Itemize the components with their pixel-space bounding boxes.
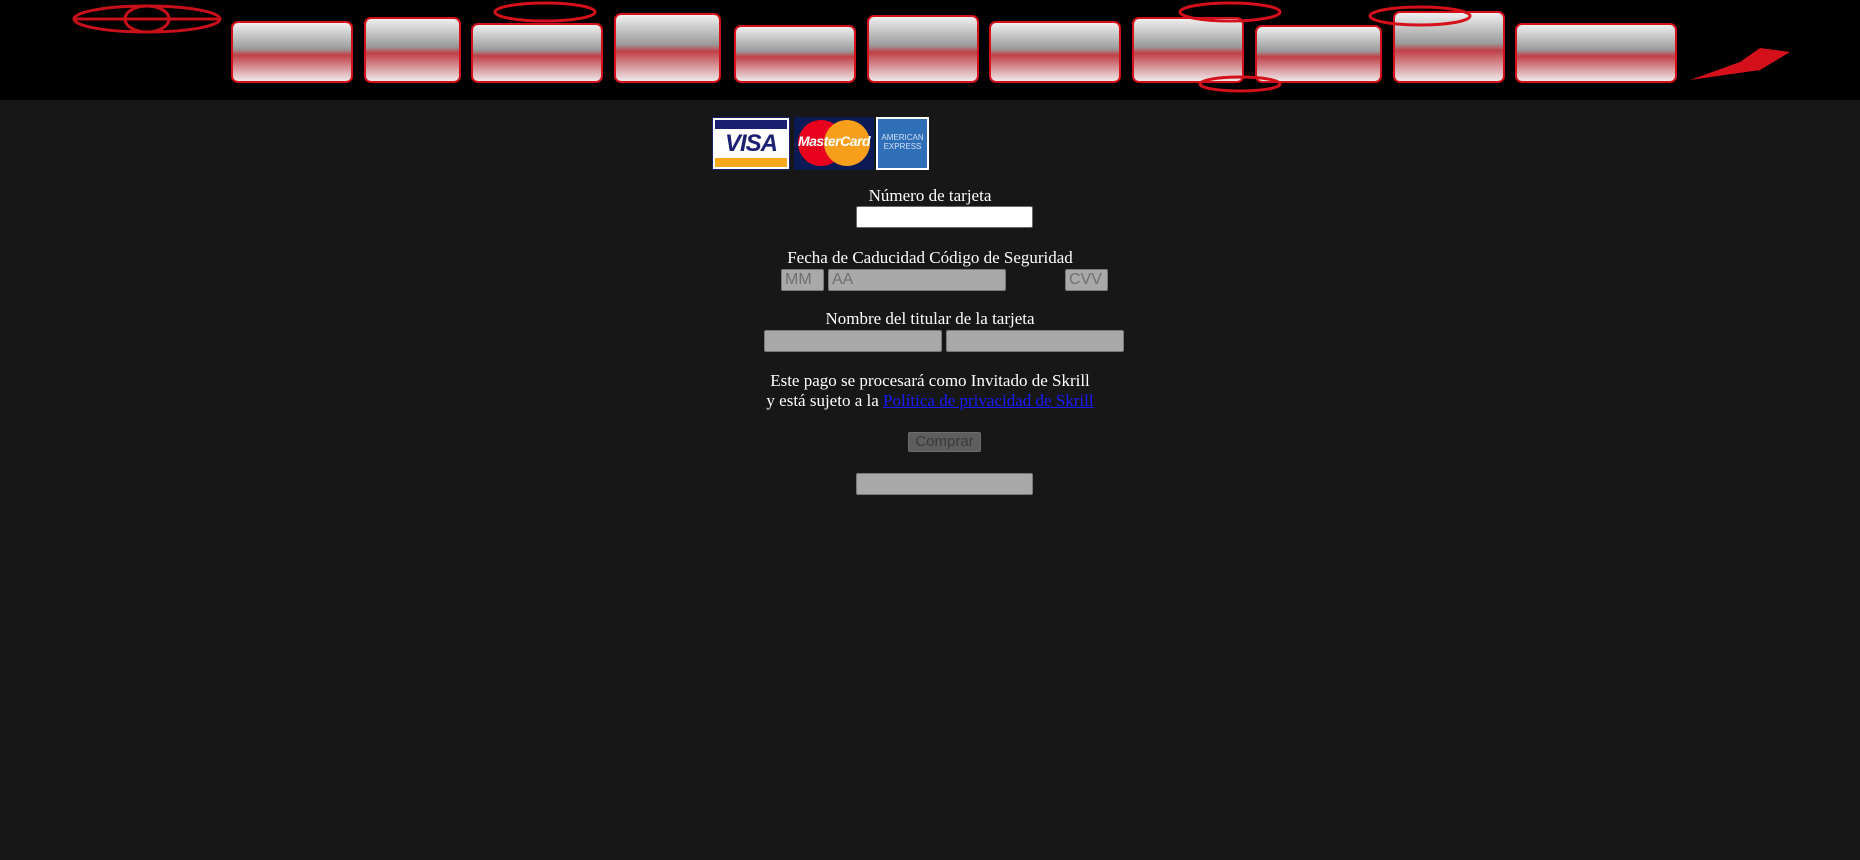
cardholder-first-name-input[interactable] bbox=[764, 330, 942, 352]
cardholder-last-name-input[interactable] bbox=[946, 330, 1124, 352]
banner-logo-graphic bbox=[72, 1, 1790, 93]
cardholder-label: Nombre del titular de la tarjeta bbox=[825, 309, 1035, 328]
amex-logo: AMERICAN EXPRESS bbox=[876, 117, 929, 170]
notice-line-2: y está sujeto a la Política de privacida… bbox=[766, 391, 1094, 410]
cvv-input[interactable] bbox=[1065, 269, 1108, 291]
expiry-month-input[interactable] bbox=[781, 269, 824, 291]
header-banner bbox=[0, 0, 1860, 100]
expiry-year-input[interactable] bbox=[828, 269, 1006, 291]
privacy-policy-link[interactable]: Política de privacidad de Skrill bbox=[883, 391, 1094, 410]
notice-line-1: Este pago se procesará como Invitado de … bbox=[770, 371, 1090, 390]
card-number-label: Número de tarjeta bbox=[868, 186, 992, 205]
extra-input[interactable] bbox=[856, 473, 1033, 495]
globe-icon bbox=[72, 4, 222, 34]
skrill-notice: Este pago se procesará como Invitado de … bbox=[0, 371, 1860, 411]
card-number-input[interactable] bbox=[856, 206, 1033, 228]
visa-logo: VISA bbox=[712, 117, 790, 170]
mastercard-logo: MasterCard bbox=[794, 117, 874, 170]
buy-button[interactable]: Comprar bbox=[908, 432, 981, 452]
expiry-cvv-label: Fecha de Caducidad Código de Seguridad bbox=[787, 248, 1073, 267]
